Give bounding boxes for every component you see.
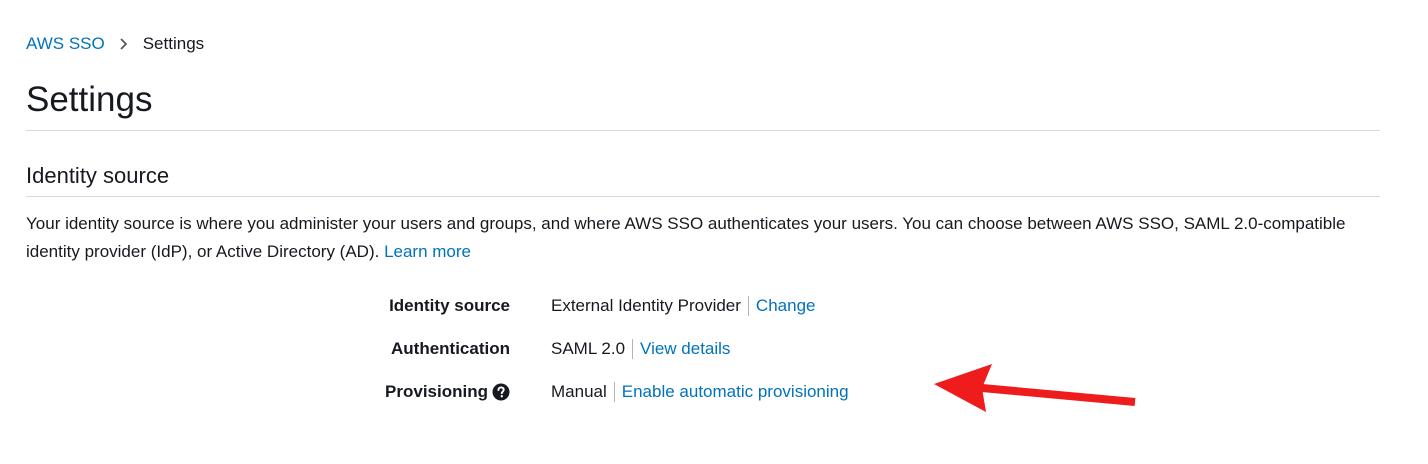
detail-row-identity-source: Identity source External Identity Provid… xyxy=(380,284,849,327)
section-divider xyxy=(26,196,1380,197)
breadcrumb: AWS SSO Settings xyxy=(26,34,204,54)
enable-automatic-provisioning-link[interactable]: Enable automatic provisioning xyxy=(622,382,849,402)
authentication-value: SAML 2.0 xyxy=(551,338,626,358)
detail-label: Provisioning xyxy=(380,382,551,402)
value-separator xyxy=(747,295,749,316)
detail-label: Authentication xyxy=(380,339,551,359)
identity-source-details: Identity source External Identity Provid… xyxy=(380,284,849,413)
detail-value: SAML 2.0 View details xyxy=(551,338,730,359)
authentication-label: Authentication xyxy=(391,338,510,358)
view-details-link[interactable]: View details xyxy=(640,339,730,359)
detail-label: Identity source xyxy=(380,296,551,316)
value-separator xyxy=(632,338,634,359)
red-arrow-icon xyxy=(930,362,1145,427)
question-circle-icon[interactable] xyxy=(492,383,510,401)
detail-value: External Identity Provider Change xyxy=(551,295,816,316)
breadcrumb-aws-sso-link[interactable]: AWS SSO xyxy=(26,34,105,54)
detail-value: Manual Enable automatic provisioning xyxy=(551,381,849,402)
value-separator xyxy=(613,381,615,402)
provisioning-label: Provisioning xyxy=(385,381,488,401)
learn-more-link[interactable]: Learn more xyxy=(384,242,471,261)
breadcrumb-current: Settings xyxy=(142,34,205,53)
identity-source-value: External Identity Provider xyxy=(551,295,741,315)
change-identity-source-link[interactable]: Change xyxy=(756,296,816,316)
title-divider xyxy=(26,130,1380,131)
identity-source-description: Your identity source is where you admini… xyxy=(26,210,1396,266)
identity-source-label: Identity source xyxy=(389,295,510,315)
detail-row-provisioning: Provisioning Manual Enable automatic pro… xyxy=(380,370,849,413)
identity-source-section-title: Identity source xyxy=(26,163,170,188)
page-title: Settings xyxy=(26,80,153,119)
description-text: Your identity source is where you admini… xyxy=(26,214,1346,261)
provisioning-value: Manual xyxy=(551,381,607,401)
chevron-right-icon xyxy=(117,37,131,51)
detail-row-authentication: Authentication SAML 2.0 View details xyxy=(380,327,849,370)
